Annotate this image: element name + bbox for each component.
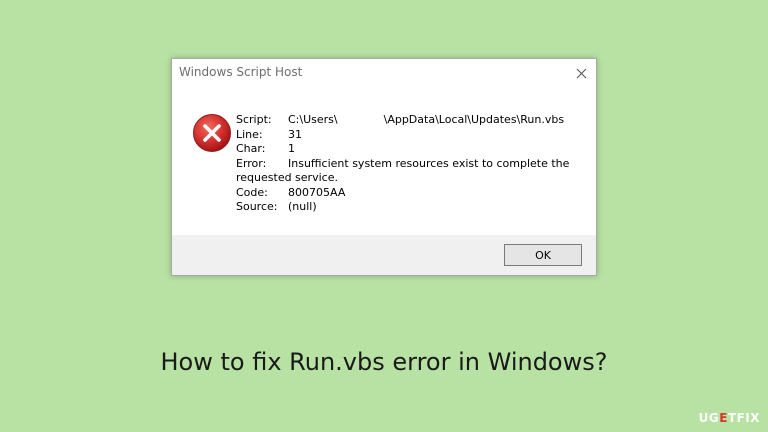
line-label: Line: (236, 127, 263, 141)
article-headline: How to fix Run.vbs error in Windows? (160, 348, 608, 376)
logo-g: G (708, 411, 720, 425)
script-path-prefix: C:\Users\ (288, 113, 338, 126)
script-row: Script: C:\Users\ \AppData\Local\Updates\… (236, 113, 569, 128)
source-label: Source: (236, 200, 278, 213)
source-value: (null) (288, 200, 317, 213)
script-host-dialog: Windows Script Host Script: C:\Users\ \A… (171, 58, 597, 276)
script-path-suffix: \AppData\Local\Updates\Run.vbs (383, 113, 565, 126)
error-x-icon (193, 114, 231, 152)
close-button[interactable] (566, 59, 596, 87)
error-label: Error: (236, 156, 267, 170)
ok-button[interactable]: OK (504, 244, 582, 266)
logo-t: T (727, 411, 737, 425)
char-value: 1 (288, 142, 295, 155)
error-row-continued: requested service. (236, 171, 569, 186)
char-row: Char: 1 (236, 142, 569, 157)
line-value: 31 (288, 127, 302, 141)
dialog-footer: OK (172, 235, 596, 275)
code-value: 800705AA (288, 185, 346, 199)
logo-u: U (698, 411, 709, 425)
dialog-content: Script: C:\Users\ \AppData\Local\Updates\… (172, 87, 596, 235)
error-value-continued: requested service. (236, 171, 338, 184)
script-value: C:\Users\ \AppData\Local\Updates\Run.vbs (288, 113, 564, 128)
line-row: Line: 31 (236, 128, 569, 143)
dialog-titlebar: Windows Script Host (172, 59, 596, 87)
char-label: Char: (236, 142, 266, 155)
ugetfix-logo: UGETFIX (699, 411, 760, 425)
logo-fix: FIX (736, 411, 760, 425)
dialog-title: Windows Script Host (179, 65, 303, 79)
source-row: Source: (null) (236, 200, 569, 215)
error-row: Error: Insufficient system resources exi… (236, 157, 569, 172)
close-icon (576, 68, 586, 78)
redacted-username (338, 122, 384, 123)
error-details: Script: C:\Users\ \AppData\Local\Updates\… (236, 113, 569, 215)
code-row: Code: 800705AA (236, 186, 569, 201)
logo-e: E (719, 411, 728, 425)
script-label: Script: (236, 113, 272, 126)
error-value: Insufficient system resources exist to c… (288, 156, 570, 170)
code-label: Code: (236, 185, 268, 199)
